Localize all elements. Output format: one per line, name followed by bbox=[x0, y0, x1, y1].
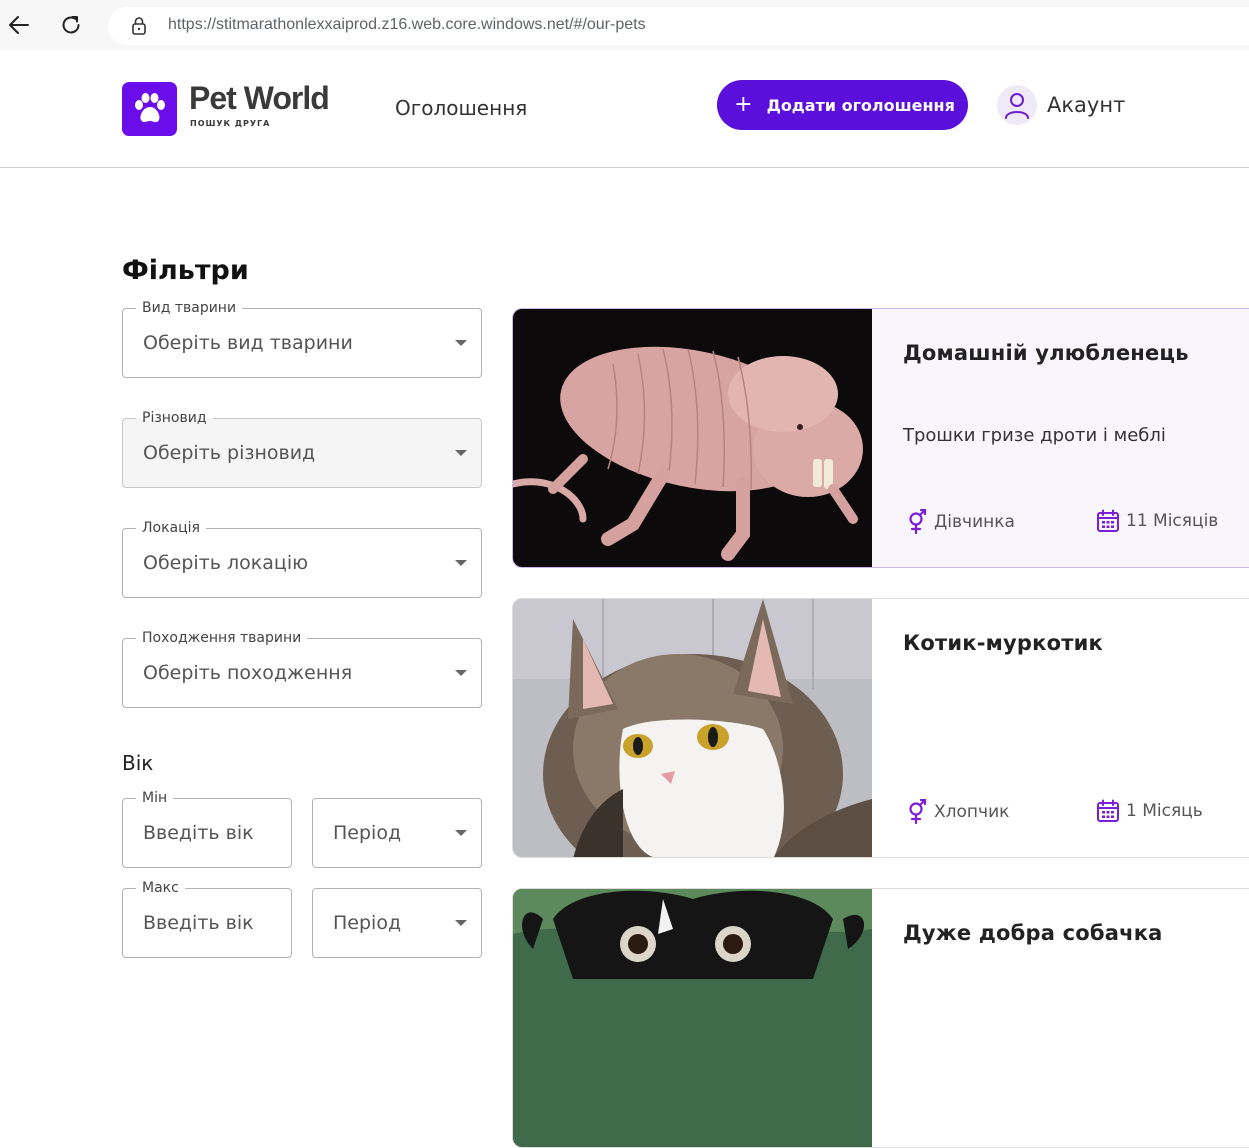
reload-icon bbox=[62, 16, 80, 34]
pet-title[interactable]: Дуже добра собачка bbox=[903, 921, 1163, 945]
pet-photo-cat[interactable] bbox=[513, 599, 872, 857]
paw-icon bbox=[134, 93, 165, 123]
location-select[interactable]: Локація Оберіть локацію bbox=[122, 519, 482, 598]
pet-gender: Хлопчик bbox=[906, 799, 1009, 825]
age-max-placeholder: Введіть вік bbox=[143, 912, 254, 934]
age-max-period-select[interactable]: Період bbox=[312, 888, 482, 958]
account-label: Акаунт bbox=[1047, 93, 1126, 117]
pet-gender-label: Дівчинка bbox=[934, 512, 1015, 532]
pet-gender: Дівчинка bbox=[906, 509, 1015, 535]
browser-toolbar: https://stitmarathonlexxaiprod.z16.web.c… bbox=[0, 0, 1249, 51]
animal-type-label: Вид тварини bbox=[136, 299, 243, 317]
age-min-period-value: Період bbox=[333, 822, 402, 844]
animal-type-value: Оберіть вид тварини bbox=[143, 332, 353, 354]
user-avatar-icon bbox=[997, 85, 1037, 125]
pet-card[interactable]: Дуже добра собачка bbox=[512, 888, 1249, 1148]
dropdown-arrow-icon bbox=[455, 830, 467, 836]
location-label: Локація bbox=[136, 519, 206, 537]
pet-age-label: 1 Місяць bbox=[1126, 801, 1203, 821]
plus-icon: + bbox=[734, 92, 753, 117]
animal-type-select[interactable]: Вид тварини Оберіть вид тварини bbox=[122, 299, 482, 378]
breed-value: Оберіть різновид bbox=[143, 442, 316, 464]
age-max-input[interactable]: Макс Введіть вік bbox=[122, 879, 292, 958]
add-listing-button[interactable]: + Додати оголошення bbox=[717, 80, 968, 130]
age-max-period-value: Період bbox=[333, 912, 402, 934]
logo-paw-icon[interactable] bbox=[122, 82, 177, 136]
filters-title: Фільтри bbox=[122, 255, 249, 286]
calendar-icon bbox=[1097, 509, 1119, 532]
dropdown-arrow-icon bbox=[455, 920, 467, 926]
pet-photo-naked-mole-rat[interactable] bbox=[513, 309, 872, 567]
age-min-label: Мін bbox=[136, 789, 174, 807]
breed-label: Різновид bbox=[136, 409, 213, 427]
site-header: Pet World ПОШУК ДРУГА Оголошення + Додат… bbox=[0, 50, 1249, 168]
origin-label: Походження тварини bbox=[136, 629, 308, 647]
pet-card[interactable]: Котик-муркотик Хлопчик 1 Місяць bbox=[512, 598, 1249, 858]
age-min-input[interactable]: Мін Введіть вік bbox=[122, 789, 292, 868]
pet-age-label: 11 Місяців bbox=[1126, 511, 1219, 531]
pet-card[interactable]: Домашній улюбленець Трошки гризе дроти і… bbox=[512, 308, 1249, 568]
pet-photo-dog[interactable] bbox=[513, 889, 872, 1147]
logo-tagline: ПОШУК ДРУГА bbox=[190, 119, 271, 128]
back-button[interactable] bbox=[4, 10, 34, 40]
age-min-placeholder: Введіть вік bbox=[143, 822, 254, 844]
dropdown-arrow-icon bbox=[455, 450, 467, 456]
lock-icon[interactable] bbox=[130, 16, 148, 36]
gender-icon bbox=[909, 509, 927, 535]
back-arrow-icon bbox=[9, 16, 29, 34]
nav-link-listings[interactable]: Оголошення bbox=[395, 96, 527, 120]
logo-title[interactable]: Pet World bbox=[189, 80, 330, 117]
address-bar[interactable]: https://stitmarathonlexxaiprod.z16.web.c… bbox=[108, 7, 1249, 45]
reload-button[interactable] bbox=[56, 10, 86, 40]
pet-gender-label: Хлопчик bbox=[934, 802, 1010, 822]
dropdown-arrow-icon bbox=[455, 560, 467, 566]
origin-select[interactable]: Походження тварини Оберіть походження bbox=[122, 629, 482, 708]
account-menu[interactable]: Акаунт bbox=[997, 85, 1125, 125]
age-min-period-select[interactable]: Період bbox=[312, 798, 482, 868]
pet-description: Трошки гризе дроти і меблі bbox=[903, 425, 1166, 446]
age-max-label: Макс bbox=[136, 879, 185, 897]
breed-select[interactable]: Різновид Оберіть різновид bbox=[122, 409, 482, 488]
age-title: Вік bbox=[122, 751, 154, 775]
dropdown-arrow-icon bbox=[455, 670, 467, 676]
origin-value: Оберіть походження bbox=[143, 662, 353, 684]
add-listing-label: Додати оголошення bbox=[766, 95, 955, 115]
url-text[interactable]: https://stitmarathonlexxaiprod.z16.web.c… bbox=[168, 16, 646, 34]
location-value: Оберіть локацію bbox=[143, 552, 309, 574]
pet-title[interactable]: Котик-муркотик bbox=[903, 631, 1103, 655]
gender-icon bbox=[909, 799, 927, 825]
pet-title[interactable]: Домашній улюбленець bbox=[903, 341, 1189, 365]
calendar-icon bbox=[1097, 799, 1119, 822]
pet-age: 1 Місяць bbox=[1096, 799, 1203, 823]
pet-age: 11 Місяців bbox=[1096, 509, 1218, 533]
dropdown-arrow-icon bbox=[455, 340, 467, 346]
